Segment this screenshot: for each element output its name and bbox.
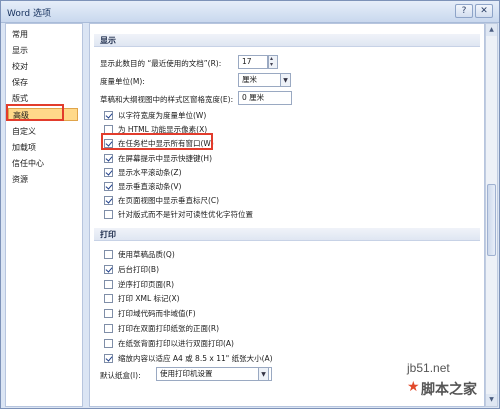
checkbox-label[interactable]: 针对版式而不是针对可读性优化字符位置	[118, 209, 253, 220]
checkbox-label[interactable]: 打印在双面打印纸张的正面(R)	[118, 323, 219, 334]
checkbox-label[interactable]: 在屏幕提示中显示快捷键(H)	[118, 153, 212, 164]
sidebar-item-trust-center[interactable]: 信任中心	[12, 157, 82, 170]
checkbox[interactable]	[104, 196, 113, 206]
style-width-label: 草稿和大纲视图中的样式区窗格宽度(E):	[100, 95, 234, 104]
sidebar-item-customize[interactable]: 自定义	[12, 125, 82, 138]
checkbox-label[interactable]: 在纸张背面打印以进行双面打印(A)	[118, 338, 234, 349]
scrollbar-thumb[interactable]	[487, 184, 496, 256]
checkbox-label[interactable]: 显示水平滚动条(Z)	[118, 167, 182, 178]
highlight-box-advanced	[6, 104, 64, 121]
window-title: Word 选项	[7, 9, 51, 19]
units-label: 度量单位(M):	[100, 77, 145, 86]
checkbox-label[interactable]: 在页面视图中显示垂直标尺(C)	[118, 195, 219, 206]
checkbox[interactable]	[104, 153, 113, 163]
checkbox[interactable]	[104, 250, 113, 259]
options-sidebar: 常用 显示 校对 保存 版式 高级 自定义 加载项 信任中心 资源	[5, 23, 83, 407]
checkbox-label[interactable]: 使用草稿品质(Q)	[118, 249, 175, 260]
checkbox[interactable]	[104, 309, 113, 319]
sidebar-item-proofing[interactable]: 校对	[12, 60, 82, 73]
site-watermark: jb51.net ★ 脚本之家	[407, 361, 497, 401]
checkbox[interactable]	[104, 167, 113, 177]
checkbox-label[interactable]: 后台打印(B)	[118, 264, 159, 275]
checkbox-label[interactable]: 逆序打印页面(R)	[118, 279, 174, 290]
recent-docs-spinner[interactable]	[268, 55, 278, 69]
checkbox-label[interactable]: 打印 XML 标记(X)	[118, 293, 180, 304]
sidebar-item-resources[interactable]: 资源	[12, 173, 82, 186]
help-button[interactable]: ?	[455, 4, 473, 18]
checkbox[interactable]	[104, 182, 113, 191]
checkbox[interactable]	[104, 353, 113, 363]
checkbox[interactable]	[104, 111, 113, 120]
options-content-pane: 显示 显示此数目的 “最近使用的文档”(R): 17 度量单位(M): 厘米 ▼…	[89, 23, 485, 407]
checkbox[interactable]	[104, 294, 113, 304]
checkbox-label[interactable]: 以字符宽度为度量单位(W)	[118, 110, 206, 121]
checkbox[interactable]	[104, 338, 113, 348]
units-select[interactable]: 厘米	[238, 73, 282, 87]
checkbox[interactable]	[104, 279, 113, 289]
checkbox-label[interactable]: 缩放内容以适应 A4 或 8.5 x 11" 纸张大小(A)	[118, 353, 273, 364]
watermark-site-name: 脚本之家	[421, 382, 477, 398]
watermark-url: jb51.net	[407, 361, 450, 375]
close-button[interactable]: ✕	[475, 4, 493, 18]
checkbox[interactable]	[104, 264, 113, 274]
sidebar-item-addins[interactable]: 加载项	[12, 141, 82, 154]
tray-dropdown-arrow-icon[interactable]: ▼	[258, 367, 269, 381]
sidebar-item-popular[interactable]: 常用	[12, 28, 82, 41]
title-bar: Word 选项 ? ✕	[1, 1, 499, 23]
checkbox[interactable]	[104, 324, 113, 333]
tray-select[interactable]: 使用打印机设置	[156, 367, 272, 381]
checkbox-label[interactable]: 显示垂直滚动条(V)	[118, 181, 181, 192]
units-dropdown-arrow-icon[interactable]: ▼	[280, 73, 291, 87]
scroll-up-arrow-icon[interactable]: ▲	[486, 24, 497, 36]
recent-docs-label: 显示此数目的 “最近使用的文档”(R):	[100, 59, 222, 68]
checkbox[interactable]	[104, 210, 113, 220]
style-width-input[interactable]: 0 厘米	[238, 91, 292, 105]
content-scrollbar[interactable]: ▲ ▼	[485, 23, 498, 407]
highlight-box-taskbar-option	[101, 133, 213, 150]
display-section-header: 显示	[94, 34, 480, 47]
recent-docs-input[interactable]: 17	[238, 55, 268, 69]
checkbox-label[interactable]: 打印域代码而非域值(F)	[118, 308, 196, 319]
sidebar-item-display[interactable]: 显示	[12, 44, 82, 57]
print-section-header: 打印	[94, 228, 480, 241]
word-options-dialog: Word 选项 ? ✕ 常用 显示 校对 保存 版式 高级 自定义 加载项 信任…	[0, 0, 500, 409]
tray-label: 默认纸盒(I):	[100, 371, 141, 380]
watermark-logo-icon: ★	[407, 379, 420, 395]
sidebar-item-save[interactable]: 保存	[12, 76, 82, 89]
